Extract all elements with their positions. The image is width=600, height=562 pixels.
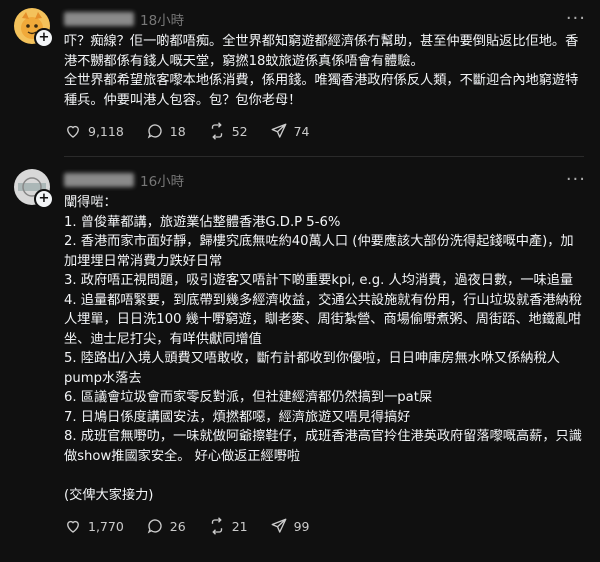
comment-icon [147,519,162,534]
more-options-icon[interactable]: ··· [566,8,586,29]
timestamp: 16小時 [140,174,185,190]
comment-icon [147,124,162,139]
username-blurred[interactable] [64,12,134,26]
like-button[interactable]: 9,118 [64,122,124,140]
share-button[interactable]: 74 [270,122,310,140]
repost-icon [211,517,222,535]
like-button[interactable]: 1,770 [64,517,124,535]
more-options-icon[interactable]: ··· [566,169,586,190]
send-icon [271,123,287,138]
post-1: + 18小時 ··· 吓？痴線？佢一啲都唔痴。全世界都知窮遊都經濟係冇幫助，甚至… [0,0,600,157]
action-bar: 1,770 26 21 99 [64,511,584,541]
avatar[interactable]: + [14,8,54,48]
repost-count: 52 [231,123,248,139]
share-button[interactable]: 99 [270,517,310,535]
post-header: 16小時 [64,169,584,191]
username-blurred[interactable] [64,173,134,187]
comment-count: 18 [169,123,186,139]
heart-icon [67,125,79,138]
repost-button[interactable]: 21 [208,517,248,535]
heart-icon [67,520,79,533]
repost-button[interactable]: 52 [208,122,248,140]
post-text: 吓？痴線？佢一啲都唔痴。全世界都知窮遊都經濟係冇幫助，甚至仲要倒貼返比佢地。香港… [64,34,579,108]
repost-icon [211,122,222,140]
timestamp: 18小時 [140,13,185,29]
send-icon [271,518,287,533]
post-text: 闡得啱： 1. 曾俊華都講，旅遊業佔整體香港G.D.P 5-6% 2. 香港而家… [64,195,582,503]
comment-count: 26 [169,518,186,534]
repost-count: 21 [231,518,248,534]
follow-plus-icon[interactable]: + [34,28,54,48]
follow-plus-icon[interactable]: + [34,189,54,209]
action-bar: 9,118 18 52 74 [64,116,584,146]
comment-button[interactable]: 18 [146,122,186,140]
post-header: 18小時 [64,8,584,30]
comment-button[interactable]: 26 [146,517,186,535]
share-count: 74 [293,123,310,139]
post-2: + 16小時 ··· 闡得啱： 1. 曾俊華都講，旅遊業佔整體香港G.D.P 5… [0,157,600,541]
like-count: 1,770 [88,518,124,534]
like-count: 9,118 [88,123,124,139]
avatar[interactable]: + [14,169,54,209]
share-count: 99 [293,518,310,534]
